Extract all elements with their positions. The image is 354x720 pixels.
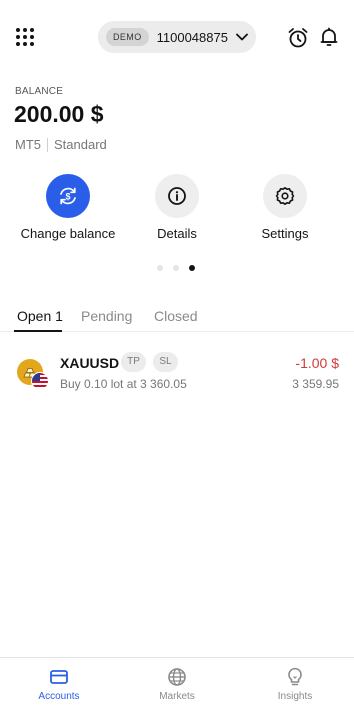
tab-pending[interactable]: Pending [81,308,132,324]
position-current-price: 3 359.95 [292,377,339,391]
position-pnl: -1.00 $ [295,355,339,371]
nav-insights[interactable]: Insights [236,658,354,720]
change-balance-label: Change balance [20,226,116,241]
us-flag-icon [31,372,49,390]
take-profit-tag: TP [121,352,146,372]
gear-icon [275,187,295,205]
active-tab-indicator [14,330,62,332]
nav-accounts[interactable]: Accounts [0,658,118,720]
alarm-clock-icon[interactable] [287,27,309,49]
card-icon [50,670,68,684]
apps-grid-icon[interactable] [16,28,34,46]
details-circle [155,174,199,218]
position-row[interactable]: XAUUSD TP SL Buy 0.10 lot at 3 360.05 -1… [0,350,354,402]
nav-insights-label: Insights [277,691,313,702]
account-number: 1100048875 [156,29,228,45]
carousel-dot[interactable] [157,265,163,271]
nav-markets[interactable]: Markets [118,658,236,720]
account-kind-label: Standard [54,137,107,152]
positions-tabs: Open 1 Pending Closed [0,306,354,332]
change-balance-icon: $ [60,187,76,205]
platform-label: MT5 [15,137,41,152]
info-icon [168,187,186,205]
account-type-badge: DEMO [106,28,149,46]
nav-markets-label: Markets [159,691,195,702]
chevron-down-icon [236,33,248,41]
carousel-dot-active[interactable] [189,265,195,271]
nav-accounts-label: Accounts [38,691,80,702]
bell-icon[interactable] [319,27,339,47]
settings-label: Settings [261,226,309,241]
details-label: Details [157,226,197,241]
account-actions: $ Change balance Details Settings [0,174,354,244]
settings-circle [263,174,307,218]
stop-loss-tag: SL [153,352,178,372]
svg-text:$: $ [65,192,70,202]
position-description: Buy 0.10 lot at 3 360.05 [60,377,187,391]
account-meta: MT5 Standard [15,137,107,152]
change-balance-circle: $ [46,174,90,218]
lightbulb-icon [288,667,302,686]
account-selector[interactable]: DEMO 1100048875 [98,21,256,53]
settings-button[interactable]: Settings [230,174,340,241]
top-bar: DEMO 1100048875 [0,0,354,76]
divider [47,137,48,152]
tab-open[interactable]: Open 1 [17,308,63,324]
balance-label: BALANCE [15,86,64,97]
tab-closed[interactable]: Closed [154,308,198,324]
globe-icon [168,668,186,686]
position-symbol: XAUUSD [60,355,120,371]
balance-value: 200.00 $ [14,101,104,127]
carousel-dot[interactable] [173,265,179,271]
bottom-nav: Accounts Markets Insights [0,657,354,720]
change-balance-button[interactable]: $ Change balance [13,174,123,241]
carousel-indicator [157,265,205,271]
details-button[interactable]: Details [122,174,232,241]
